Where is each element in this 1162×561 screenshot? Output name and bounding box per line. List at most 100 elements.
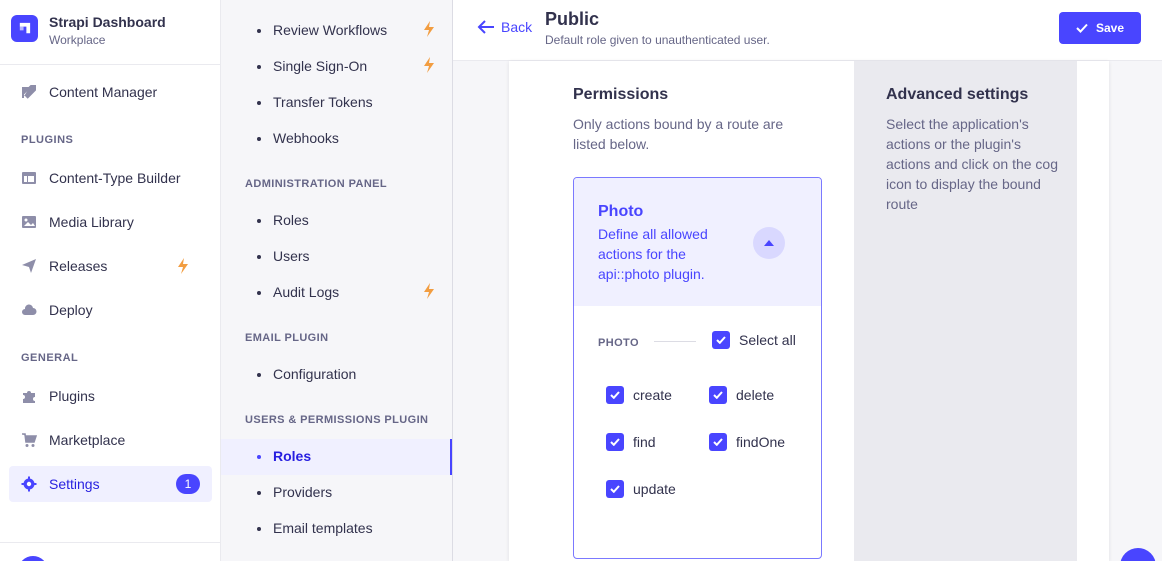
sub-section-email-plugin: EMAIL PLUGIN (245, 332, 329, 344)
gear-icon (21, 476, 37, 492)
check-icon (1076, 23, 1088, 33)
back-label: Back (501, 19, 533, 35)
sub-item-label: Review Workflows (273, 22, 388, 38)
checkbox-checked-icon (606, 386, 624, 404)
bullet (257, 527, 261, 531)
bullet (257, 291, 261, 295)
main-content: Permissions Only actions bound by a rout… (453, 61, 1162, 561)
layout-icon (22, 172, 36, 184)
lightning-icon (424, 283, 434, 299)
sub-item-label: Audit Logs (273, 284, 340, 300)
bullet (257, 29, 261, 33)
caret-up-icon (764, 240, 774, 246)
strapi-logo-icon (11, 15, 38, 42)
checkbox-label: create (633, 387, 672, 403)
bullet (257, 65, 261, 69)
advanced-settings-title: Advanced settings (886, 86, 1029, 103)
sub-item-label: Email templates (273, 520, 373, 536)
sub-item-clipped[interactable] (245, 547, 452, 561)
sub-item-single-sign-on[interactable]: Single Sign-On (245, 49, 452, 85)
lightning-icon (178, 258, 188, 274)
feather-icon (22, 85, 36, 99)
arrow-left-icon (477, 20, 494, 34)
sub-item-email-templates[interactable]: Email templates (245, 511, 452, 547)
bullet (257, 491, 261, 495)
accordion-header[interactable]: Photo Define all allowed actions for the… (574, 178, 821, 306)
main-nav: Strapi Dashboard Workplace Content Manag… (0, 0, 221, 561)
checkbox-label: Select all (739, 332, 796, 348)
accordion-description: Define all allowed actions for the api::… (598, 226, 708, 282)
sub-item-audit-logs[interactable]: Audit Logs (245, 275, 452, 311)
sub-item-providers[interactable]: Providers (245, 475, 452, 511)
back-link[interactable]: Back (477, 19, 532, 35)
divider (654, 341, 696, 342)
advanced-settings-description: Select the application's actions or the … (886, 116, 1058, 212)
nav-label: Plugins (49, 388, 95, 404)
sub-item-label: Configuration (273, 366, 357, 382)
nav-label: Content-Type Builder (49, 170, 181, 186)
nav-item-plugins[interactable]: Plugins (9, 378, 212, 414)
nav-item-settings[interactable]: Settings 1 (9, 466, 212, 502)
save-button[interactable]: Save (1059, 12, 1141, 44)
select-all-checkbox[interactable]: Select all (712, 331, 796, 349)
sub-item-users[interactable]: Users (245, 239, 452, 275)
nav-label: Content Manager (49, 84, 158, 100)
nav-label: Settings (49, 476, 100, 492)
sub-item-label: Roles (273, 212, 309, 228)
nav-item-content-manager[interactable]: Content Manager (9, 74, 212, 110)
nav-label: Media Library (49, 214, 134, 230)
bullet (257, 101, 261, 105)
action-checkbox-create[interactable]: create (606, 386, 672, 404)
sub-item-review-workflows[interactable]: Review Workflows (245, 13, 452, 49)
nav-footer (0, 542, 220, 561)
avatar[interactable] (18, 556, 48, 561)
page-title: Public (545, 9, 600, 29)
nav-section-general: GENERAL (21, 352, 79, 364)
nav-item-deploy[interactable]: Deploy (9, 292, 212, 328)
puzzle-icon (23, 391, 35, 403)
sub-item-up-roles[interactable]: Roles (221, 439, 452, 475)
sub-item-admin-roles[interactable]: Roles (245, 203, 452, 239)
checkbox-checked-icon (709, 386, 727, 404)
sub-item-configuration[interactable]: Configuration (245, 357, 452, 393)
lightning-icon (424, 21, 434, 37)
checkbox-label: delete (736, 387, 775, 403)
page-header: Back Public Default role given to unauth… (453, 0, 1162, 61)
role-card: Permissions Only actions bound by a rout… (509, 61, 1109, 561)
nav-item-releases[interactable]: Releases (9, 248, 212, 284)
group-label: PHOTO (598, 337, 639, 349)
bullet (257, 219, 261, 223)
accordion-toggle-button[interactable] (753, 227, 785, 259)
sub-item-webhooks[interactable]: Webhooks (245, 121, 452, 157)
page-subtitle: Default role given to unauthenticated us… (545, 33, 770, 47)
nav-label: Marketplace (49, 432, 126, 448)
nav-section-plugins: PLUGINS (21, 134, 74, 146)
action-checkbox-delete[interactable]: delete (709, 386, 774, 404)
image-icon (22, 216, 36, 228)
sub-item-label: Transfer Tokens (273, 94, 373, 110)
accordion-title: Photo (598, 203, 644, 220)
checkbox-label: find (633, 434, 656, 450)
sub-item-label: Roles (273, 448, 312, 464)
nav-label: Deploy (49, 302, 93, 318)
bullet (257, 373, 261, 377)
bullet (257, 137, 261, 141)
checkbox-checked-icon (606, 433, 624, 451)
sub-section-users-permissions: USERS & PERMISSIONS PLUGIN (245, 414, 429, 426)
sub-item-transfer-tokens[interactable]: Transfer Tokens (245, 85, 452, 121)
nav-item-media-library[interactable]: Media Library (9, 204, 212, 240)
save-label: Save (1095, 21, 1125, 35)
cloud-icon (22, 304, 37, 315)
action-checkbox-find[interactable]: find (606, 433, 656, 451)
brand-header: Strapi Dashboard Workplace (0, 0, 220, 65)
bullet (257, 255, 261, 259)
nav-item-marketplace[interactable]: Marketplace (9, 422, 212, 458)
nav-item-content-type-builder[interactable]: Content-Type Builder (9, 160, 212, 196)
action-checkbox-findone[interactable]: findOne (709, 433, 785, 451)
checkbox-checked-icon (606, 480, 624, 498)
sub-item-label: Webhooks (273, 130, 339, 146)
action-checkbox-update[interactable]: update (606, 480, 676, 498)
checkbox-checked-icon (712, 331, 730, 349)
checkbox-checked-icon (709, 433, 727, 451)
brand-title: Strapi Dashboard (49, 14, 166, 30)
